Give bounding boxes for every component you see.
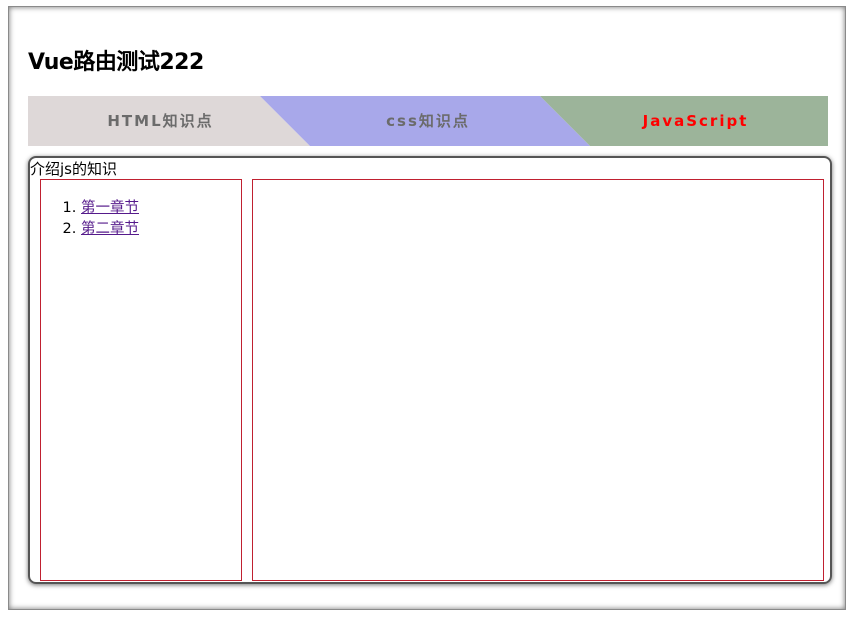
chapter-link-2[interactable]: 第二章节 [81,221,139,237]
chapter-item: 第一章节 [81,198,139,219]
chapter-link-1[interactable]: 第一章节 [81,200,139,216]
page-title: Vue路由测试222 [28,50,204,75]
content-heading: 介绍js的知识 [30,160,117,178]
chapter-item: 第二章节 [81,219,139,240]
tab-bar: HTML知识点 css知识点 JavaScript [28,96,828,146]
tab-javascript[interactable]: JavaScript [563,96,828,146]
tab-css[interactable]: css知识点 [293,96,563,146]
chapter-list: 第一章节 第二章节 [40,198,139,240]
chapter-view-panel [252,179,824,581]
tab-html[interactable]: HTML知识点 [28,96,293,146]
